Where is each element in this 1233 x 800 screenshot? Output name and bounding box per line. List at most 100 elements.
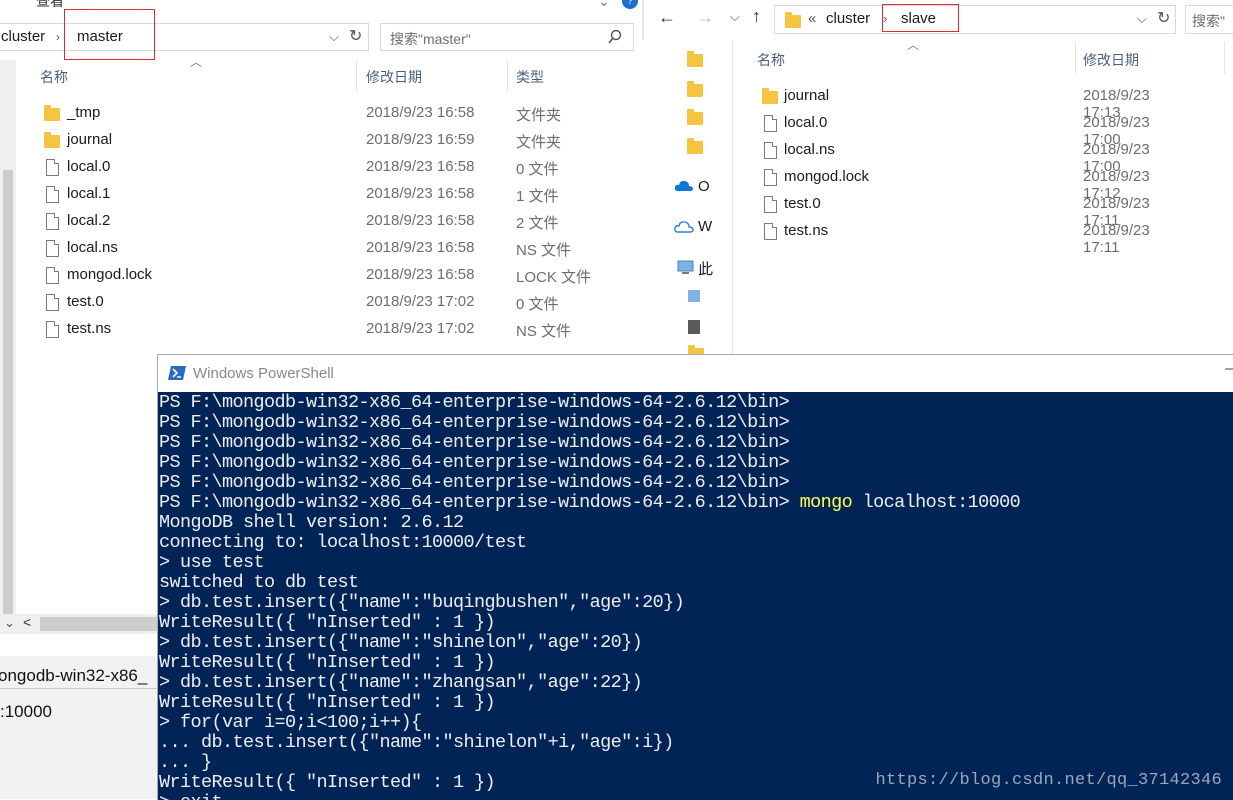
file-name: test.0	[67, 293, 104, 310]
up-arrow-icon[interactable]: ↑	[752, 6, 761, 27]
console-line: switched to db test	[159, 573, 359, 593]
search-input[interactable]: 搜索"master"	[390, 29, 471, 49]
view-menu[interactable]: 查看	[36, 0, 64, 11]
file-row[interactable]: test.ns 2018/9/23 17:11	[642, 218, 1150, 256]
console-line-text: connecting to: localhost:10000/test	[159, 532, 527, 553]
breadcrumb-cluster[interactable]: cluster	[1, 28, 45, 45]
file-type: LOCK 文件	[516, 269, 592, 286]
column-name[interactable]: 名称	[40, 67, 68, 87]
file-date: 2018/9/23 16:58	[366, 185, 475, 202]
file-icon	[46, 240, 59, 257]
file-date: 2018/9/23 16:58	[366, 212, 475, 229]
file-row[interactable]: journal 2018/9/23 16:59 文件夹	[0, 127, 600, 154]
console-line-text: PS F:\mongodb-win32-x86_64-enterprise-wi…	[159, 432, 790, 453]
file-row[interactable]: test.0 2018/9/23 17:11	[642, 191, 1150, 229]
console-line-text: switched to db test	[159, 572, 359, 593]
folder-icon[interactable]	[687, 51, 703, 67]
console-line-text: > db.test.insert({"name":"zhangsan","age…	[159, 672, 643, 693]
address-bar[interactable]: « cluster › slave ⌵	[774, 5, 1176, 34]
folder-icon	[44, 132, 60, 148]
minimize-button[interactable]: —	[1225, 360, 1233, 377]
refresh-icon[interactable]: ↻	[349, 26, 362, 46]
file-row[interactable]: local.0 2018/9/23 17:00	[642, 110, 1150, 148]
file-row[interactable]: _tmp 2018/9/23 16:58 文件夹	[0, 100, 600, 127]
console-line: > db.test.insert({"name":"buqingbushen",…	[159, 593, 685, 613]
folder-icon	[44, 105, 60, 121]
console-line: MongoDB shell version: 2.6.12	[159, 513, 464, 533]
file-name: journal	[784, 87, 830, 104]
file-row[interactable]: local.1 2018/9/23 16:58 1 文件	[0, 181, 600, 208]
breadcrumb-cluster[interactable]: cluster	[826, 10, 870, 27]
refresh-icon[interactable]: ↻	[1157, 8, 1170, 28]
back-arrow-icon[interactable]: ←	[658, 7, 676, 28]
file-name: mongod.lock	[67, 266, 153, 283]
console-line: WriteResult({ "nInserted" : 1 })	[159, 653, 496, 673]
forward-arrow-icon[interactable]: →	[696, 7, 714, 28]
powershell-window[interactable]: Windows PowerShell — PS F:\mongodb-win32…	[157, 354, 1233, 800]
help-icon[interactable]: ?	[622, 0, 638, 9]
file-row[interactable]: mongod.lock 2018/9/23 17:12	[642, 164, 1150, 202]
refresh-button[interactable]: ↻	[1155, 5, 1174, 32]
console-line: > use test	[159, 552, 265, 573]
file-row[interactable]: local.0 2018/9/23 16:58 0 文件	[0, 154, 600, 181]
console-line-text: WriteResult({ "nInserted" : 1 })	[159, 612, 496, 633]
search-input[interactable]: 搜索"	[1192, 11, 1225, 31]
collapse-chevron-icon[interactable]: ⌄	[598, 0, 610, 10]
column-divider[interactable]	[356, 60, 357, 92]
file-name: local.0	[67, 158, 111, 175]
address-bar[interactable]: cluster › master ⌵ ↻	[0, 23, 369, 51]
this-pc-icon[interactable]	[676, 260, 696, 276]
console-line: PS F:\mongodb-win32-x86_64-enterprise-wi…	[159, 413, 790, 433]
file-icon	[46, 159, 59, 176]
path-overflow-icon[interactable]: «	[808, 10, 816, 27]
file-row[interactable]: local.2 2018/9/23 16:58 2 文件	[0, 208, 600, 235]
background-window-port: :10000	[0, 702, 52, 721]
drive-icon[interactable]	[688, 320, 700, 334]
file-type: 文件夹	[516, 107, 562, 124]
column-divider[interactable]	[1224, 42, 1225, 74]
file-type: NS 文件	[516, 323, 572, 340]
console-line: PS F:\mongodb-win32-x86_64-enterprise-wi…	[159, 473, 790, 493]
console-line: ... }	[159, 753, 212, 773]
folder-icon	[785, 12, 801, 28]
file-row[interactable]: test.ns 2018/9/23 17:02 NS 文件	[0, 316, 600, 343]
column-divider[interactable]	[1075, 42, 1076, 74]
powershell-titlebar[interactable]: Windows PowerShell —	[158, 355, 1233, 392]
search-icon[interactable]	[607, 29, 623, 45]
file-row[interactable]: journal 2018/9/23 17:13	[642, 83, 1150, 121]
file-icon	[46, 267, 59, 284]
nav-this-pc[interactable]: 此	[698, 258, 713, 279]
file-icon	[764, 223, 777, 240]
file-row[interactable]: mongod.lock 2018/9/23 16:58 LOCK 文件	[0, 262, 600, 289]
file-icon	[46, 294, 59, 311]
search-box[interactable]: 搜索"master"	[380, 23, 634, 51]
console-line-text: > for(var i=0;i<100;i++){	[159, 712, 422, 733]
file-row[interactable]: local.ns 2018/9/23 17:00	[642, 137, 1150, 175]
file-icon	[764, 169, 777, 186]
file-type: 0 文件	[516, 161, 559, 178]
powershell-console[interactable]: PS F:\mongodb-win32-x86_64-enterprise-wi…	[158, 392, 1233, 800]
address-dropdown-icon[interactable]: ⌵	[329, 29, 339, 45]
address-dropdown-icon[interactable]: ⌵	[1137, 11, 1147, 27]
drive-icon[interactable]	[688, 290, 700, 302]
scroll-left-arrow-icon[interactable]: <	[23, 614, 31, 630]
scroll-down-arrow-icon[interactable]: ⌄	[4, 615, 15, 631]
recent-locations-icon[interactable]: ⌵	[730, 9, 740, 25]
file-name: local.1	[67, 185, 111, 202]
console-line: PS F:\mongodb-win32-x86_64-enterprise-wi…	[159, 432, 790, 453]
console-line-text: > use test	[159, 552, 265, 573]
column-type[interactable]: 类型	[516, 67, 544, 87]
scrollbar-thumb[interactable]	[40, 617, 158, 631]
file-name: _tmp	[67, 104, 101, 121]
column-date[interactable]: 修改日期	[366, 67, 422, 87]
file-type: 1 文件	[516, 188, 559, 205]
file-row[interactable]: test.0 2018/9/23 17:02 0 文件	[0, 289, 600, 316]
console-line-text: PS F:\mongodb-win32-x86_64-enterprise-wi…	[159, 392, 790, 413]
column-name[interactable]: 名称	[757, 50, 785, 70]
console-line: PS F:\mongodb-win32-x86_64-enterprise-wi…	[159, 392, 790, 413]
column-divider[interactable]	[507, 60, 508, 92]
column-date[interactable]: 修改日期	[1083, 50, 1139, 70]
file-row[interactable]: local.ns 2018/9/23 16:58 NS 文件	[0, 235, 600, 262]
search-box[interactable]: 搜索"	[1185, 5, 1233, 34]
file-name: local.2	[67, 212, 111, 229]
